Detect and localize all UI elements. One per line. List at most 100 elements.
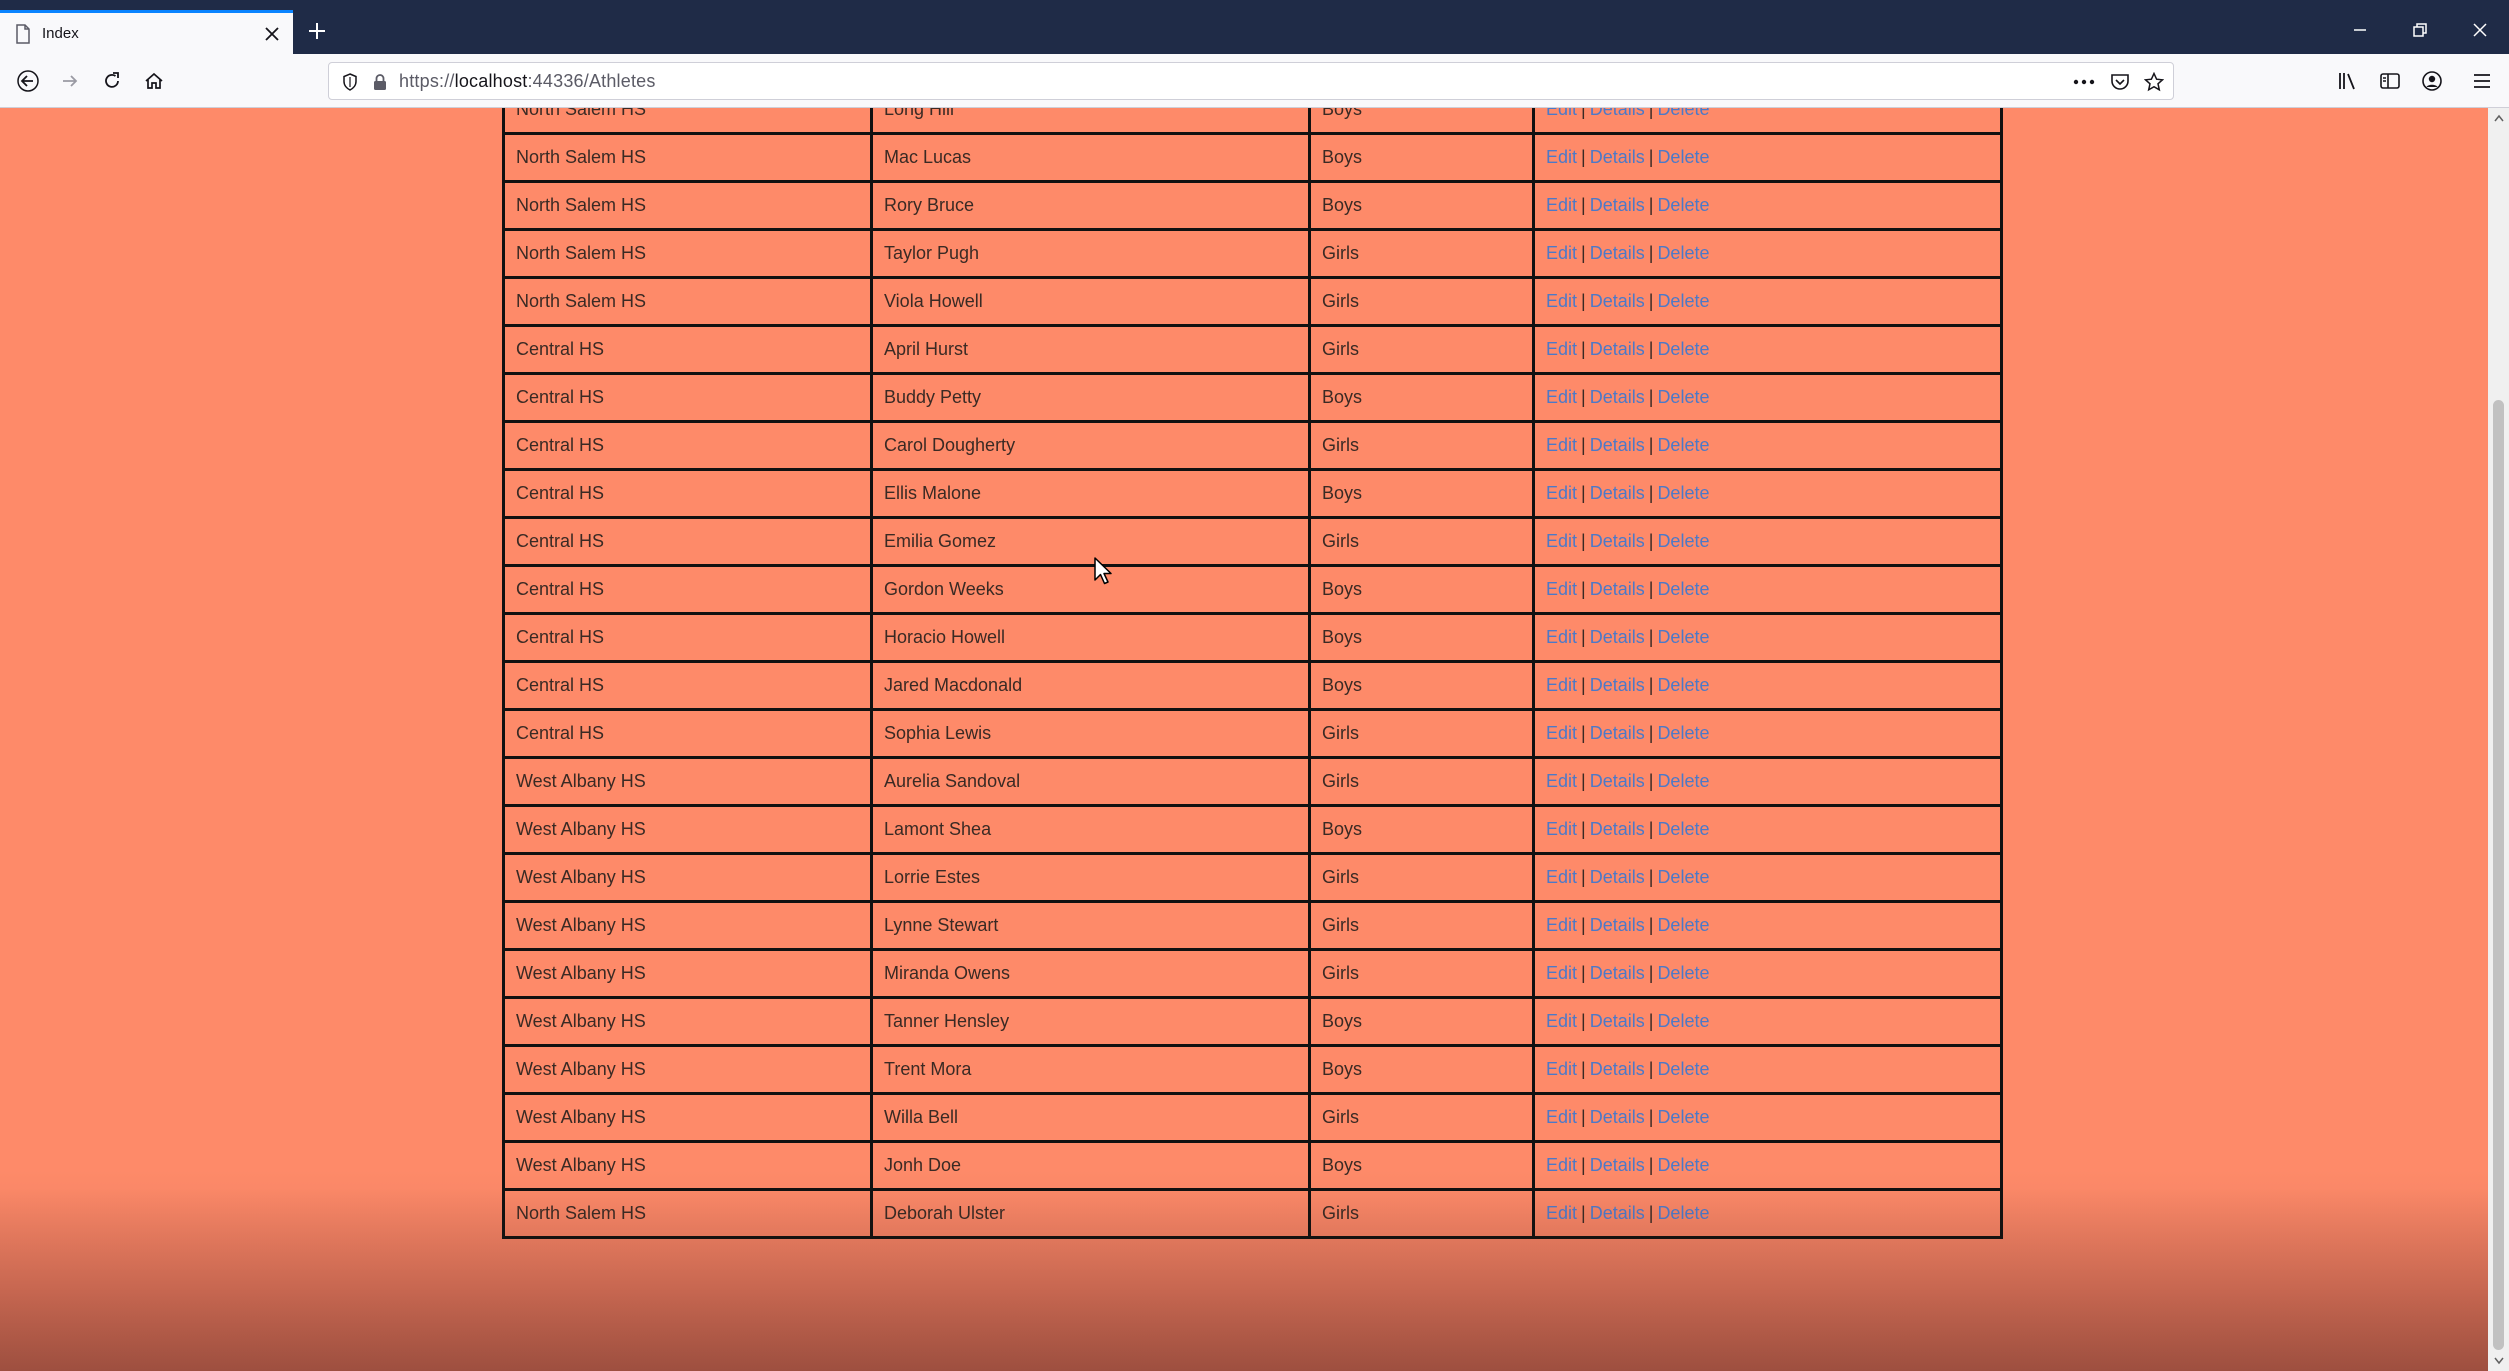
details-link[interactable]: Details — [1590, 147, 1645, 167]
close-icon[interactable] — [257, 19, 287, 49]
edit-link[interactable]: Edit — [1546, 915, 1577, 935]
minimize-button[interactable] — [2330, 10, 2390, 50]
scroll-down-icon[interactable] — [2488, 1351, 2509, 1371]
delete-link[interactable]: Delete — [1657, 1107, 1709, 1127]
edit-link[interactable]: Edit — [1546, 723, 1577, 743]
details-link[interactable]: Details — [1590, 963, 1645, 983]
edit-link[interactable]: Edit — [1546, 339, 1577, 359]
details-link[interactable]: Details — [1590, 108, 1645, 119]
delete-link[interactable]: Delete — [1657, 1155, 1709, 1175]
delete-link[interactable]: Delete — [1657, 627, 1709, 647]
details-link[interactable]: Details — [1590, 387, 1645, 407]
home-button[interactable] — [136, 64, 172, 98]
athlete-name-cell: Jared Macdonald — [870, 660, 1311, 711]
details-link[interactable]: Details — [1590, 819, 1645, 839]
details-link[interactable]: Details — [1590, 243, 1645, 263]
details-link[interactable]: Details — [1590, 627, 1645, 647]
scrollbar-thumb[interactable] — [2493, 400, 2504, 1350]
edit-link[interactable]: Edit — [1546, 819, 1577, 839]
details-link[interactable]: Details — [1590, 723, 1645, 743]
details-link[interactable]: Details — [1590, 1155, 1645, 1175]
tab-index[interactable]: Index — [0, 10, 293, 54]
edit-link[interactable]: Edit — [1546, 771, 1577, 791]
delete-link[interactable]: Delete — [1657, 771, 1709, 791]
delete-link[interactable]: Delete — [1657, 1203, 1709, 1223]
details-link[interactable]: Details — [1590, 867, 1645, 887]
bookmark-star-icon[interactable] — [2141, 69, 2167, 95]
edit-link[interactable]: Edit — [1546, 435, 1577, 455]
school-cell: West Albany HS — [502, 900, 873, 951]
scroll-up-icon[interactable] — [2488, 108, 2509, 128]
delete-link[interactable]: Delete — [1657, 819, 1709, 839]
page-actions-icon[interactable] — [2071, 69, 2097, 95]
details-link[interactable]: Details — [1590, 1203, 1645, 1223]
edit-link[interactable]: Edit — [1546, 1059, 1577, 1079]
details-link[interactable]: Details — [1590, 339, 1645, 359]
delete-link[interactable]: Delete — [1657, 147, 1709, 167]
delete-link[interactable]: Delete — [1657, 915, 1709, 935]
account-button[interactable] — [2414, 64, 2450, 98]
delete-link[interactable]: Delete — [1657, 108, 1709, 119]
details-link[interactable]: Details — [1590, 195, 1645, 215]
delete-link[interactable]: Delete — [1657, 531, 1709, 551]
details-link[interactable]: Details — [1590, 1059, 1645, 1079]
edit-link[interactable]: Edit — [1546, 1107, 1577, 1127]
delete-link[interactable]: Delete — [1657, 867, 1709, 887]
delete-link[interactable]: Delete — [1657, 195, 1709, 215]
menu-button[interactable] — [2464, 64, 2500, 98]
vertical-scrollbar[interactable] — [2488, 108, 2509, 1371]
edit-link[interactable]: Edit — [1546, 147, 1577, 167]
url-text[interactable]: https://localhost:44336/Athletes — [399, 71, 656, 92]
edit-link[interactable]: Edit — [1546, 108, 1577, 119]
delete-link[interactable]: Delete — [1657, 435, 1709, 455]
details-link[interactable]: Details — [1590, 435, 1645, 455]
delete-link[interactable]: Delete — [1657, 243, 1709, 263]
library-button[interactable] — [2330, 64, 2366, 98]
edit-link[interactable]: Edit — [1546, 675, 1577, 695]
shield-icon[interactable] — [337, 69, 363, 95]
edit-link[interactable]: Edit — [1546, 579, 1577, 599]
details-link[interactable]: Details — [1590, 915, 1645, 935]
edit-link[interactable]: Edit — [1546, 243, 1577, 263]
edit-link[interactable]: Edit — [1546, 291, 1577, 311]
new-tab-button[interactable] — [300, 14, 334, 48]
edit-link[interactable]: Edit — [1546, 867, 1577, 887]
forward-button[interactable] — [52, 64, 88, 98]
sidebar-button[interactable] — [2372, 64, 2408, 98]
lock-icon[interactable] — [367, 69, 393, 95]
delete-link[interactable]: Delete — [1657, 339, 1709, 359]
delete-link[interactable]: Delete — [1657, 1059, 1709, 1079]
restore-button[interactable] — [2390, 10, 2450, 50]
edit-link[interactable]: Edit — [1546, 1155, 1577, 1175]
details-link[interactable]: Details — [1590, 531, 1645, 551]
details-link[interactable]: Details — [1590, 675, 1645, 695]
edit-link[interactable]: Edit — [1546, 1011, 1577, 1031]
details-link[interactable]: Details — [1590, 1011, 1645, 1031]
delete-link[interactable]: Delete — [1657, 483, 1709, 503]
edit-link[interactable]: Edit — [1546, 627, 1577, 647]
details-link[interactable]: Details — [1590, 483, 1645, 503]
details-link[interactable]: Details — [1590, 579, 1645, 599]
details-link[interactable]: Details — [1590, 1107, 1645, 1127]
delete-link[interactable]: Delete — [1657, 387, 1709, 407]
address-bar[interactable]: https://localhost:44336/Athletes — [328, 62, 2174, 100]
pocket-icon[interactable] — [2107, 69, 2133, 95]
back-button[interactable] — [10, 64, 46, 98]
details-link[interactable]: Details — [1590, 771, 1645, 791]
delete-link[interactable]: Delete — [1657, 291, 1709, 311]
edit-link[interactable]: Edit — [1546, 531, 1577, 551]
edit-link[interactable]: Edit — [1546, 195, 1577, 215]
actions-cell: Edit | Details | Delete — [1532, 276, 2003, 327]
delete-link[interactable]: Delete — [1657, 579, 1709, 599]
delete-link[interactable]: Delete — [1657, 675, 1709, 695]
reload-button[interactable] — [94, 64, 130, 98]
edit-link[interactable]: Edit — [1546, 483, 1577, 503]
edit-link[interactable]: Edit — [1546, 963, 1577, 983]
edit-link[interactable]: Edit — [1546, 387, 1577, 407]
details-link[interactable]: Details — [1590, 291, 1645, 311]
close-window-button[interactable] — [2450, 10, 2509, 50]
delete-link[interactable]: Delete — [1657, 723, 1709, 743]
delete-link[interactable]: Delete — [1657, 1011, 1709, 1031]
delete-link[interactable]: Delete — [1657, 963, 1709, 983]
edit-link[interactable]: Edit — [1546, 1203, 1577, 1223]
